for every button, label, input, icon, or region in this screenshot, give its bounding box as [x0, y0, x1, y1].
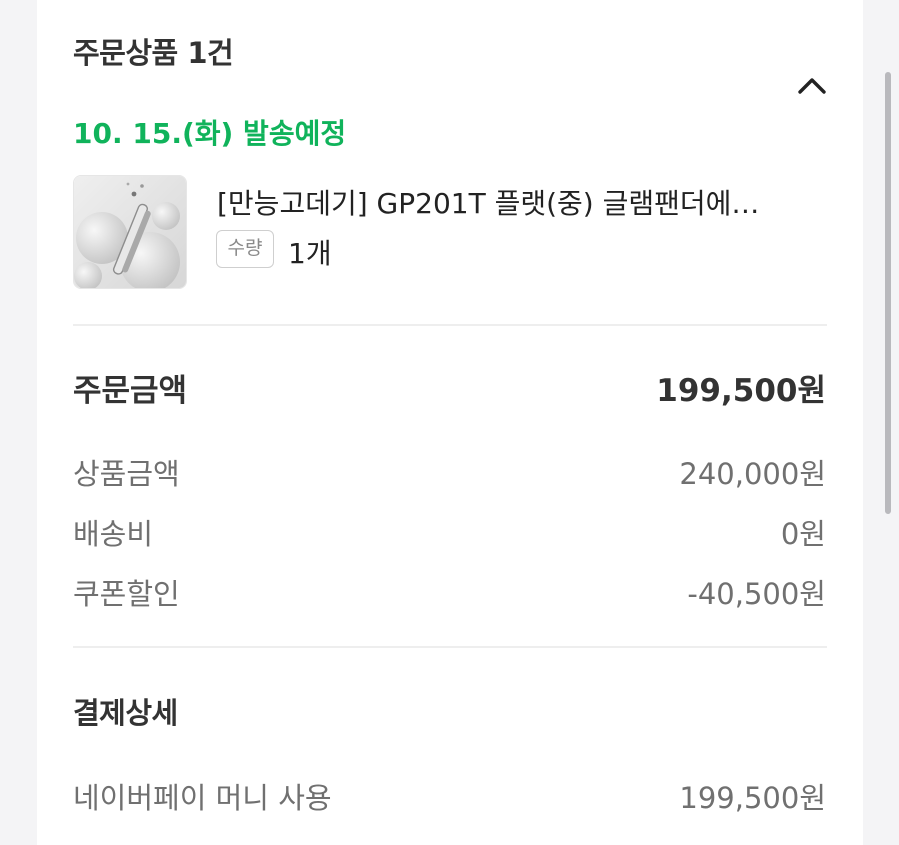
coupon-discount-label: 쿠폰할인: [73, 577, 180, 611]
shipping-fee-value: 0원: [780, 517, 826, 551]
coupon-discount-value: -40,500원: [687, 577, 826, 611]
divider: [73, 324, 827, 326]
quantity-value: 1개: [288, 237, 332, 270]
order-amount-total: 199,500원: [656, 373, 826, 409]
payment-detail-title: 결제상세: [73, 696, 178, 730]
product-amount-label: 상품금액: [73, 457, 180, 491]
shipping-fee-label: 배송비: [73, 517, 154, 551]
collapse-button[interactable]: [792, 66, 832, 106]
chevron-up-icon: [798, 78, 826, 94]
product-thumbnail[interactable]: [73, 175, 187, 289]
product-name[interactable]: [만능고데기] GP201T 플랫(중) 글램팬더에…: [217, 182, 825, 222]
quantity-badge: 수량: [216, 230, 274, 268]
naverpay-money-label: 네이버페이 머니 사용: [73, 781, 332, 815]
product-image: [74, 176, 186, 288]
product-amount-value: 240,000원: [679, 457, 826, 491]
order-detail-card: 주문상품 1건 10. 15.(화) 발송예정 [만능고데기] GP201T 플…: [37, 0, 863, 845]
shipping-date: 10. 15.(화) 발송예정: [73, 117, 347, 150]
order-items-title: 주문상품 1건: [73, 36, 234, 70]
scrollbar[interactable]: [885, 72, 891, 514]
order-amount-label: 주문금액: [73, 373, 188, 409]
divider: [73, 646, 827, 648]
naverpay-money-value: 199,500원: [679, 781, 826, 815]
